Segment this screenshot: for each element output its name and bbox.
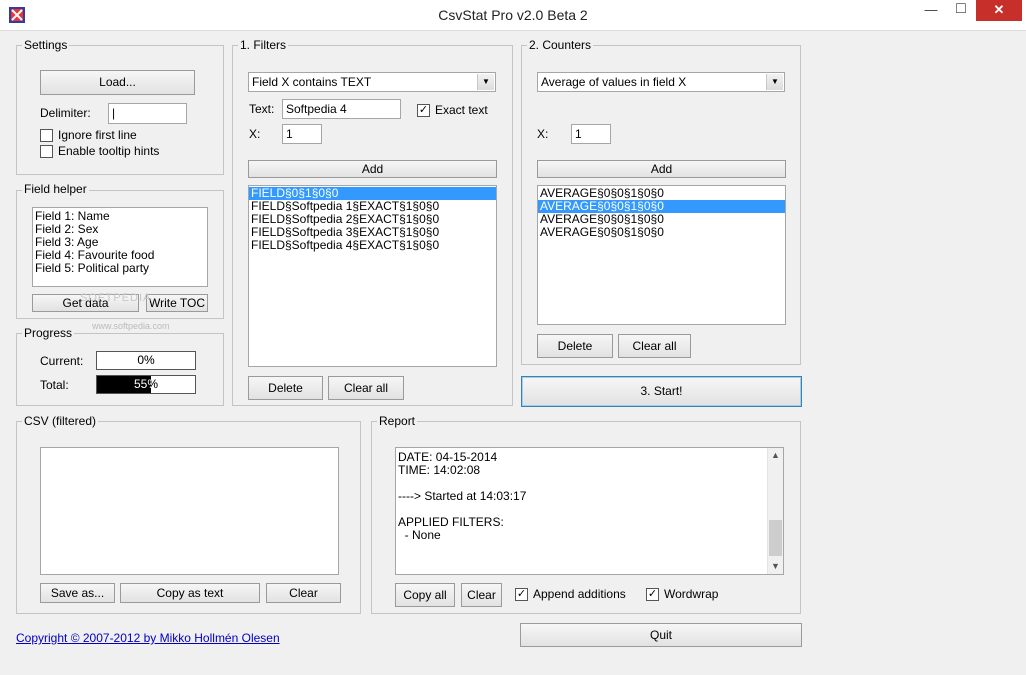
append-additions-checkbox[interactable]: ✓ (515, 588, 528, 601)
enable-tooltip-hints-checkbox[interactable] (40, 145, 53, 158)
report-content: DATE: 04-15-2014 TIME: 14:02:08 ----> St… (398, 450, 527, 542)
write-toc-button[interactable]: Write TOC (146, 294, 208, 312)
scroll-down-icon[interactable]: ▼ (768, 559, 783, 574)
ignore-first-line-checkbox[interactable] (40, 129, 53, 142)
counter-list[interactable]: AVERAGE§0§0§1§0§0 AVERAGE§0§0§1§0§0 AVER… (537, 185, 786, 325)
filter-mode-value: Field X contains TEXT (252, 75, 372, 89)
total-progress-text: 55% (133, 377, 159, 391)
save-as-button[interactable]: Save as... (40, 583, 115, 603)
settings-title: Settings (22, 38, 70, 52)
progress-title: Progress (22, 326, 75, 340)
delimiter-input[interactable]: | (108, 103, 187, 124)
filter-mode-select[interactable]: Field X contains TEXT ▼ (248, 72, 496, 92)
quit-button[interactable]: Quit (520, 623, 802, 647)
report-clear-button[interactable]: Clear (461, 583, 502, 607)
filter-clear-all-button[interactable]: Clear all (328, 376, 404, 400)
filter-text-input[interactable]: Softpedia 4 (282, 99, 401, 119)
csv-clear-button[interactable]: Clear (266, 583, 341, 603)
filters-title: 1. Filters (238, 38, 289, 52)
copyright-link[interactable]: Copyright © 2007-2012 by Mikko Hollmén O… (16, 631, 280, 645)
csv-textarea[interactable] (40, 447, 339, 575)
filter-list[interactable]: FIELD§0§1§0§0 FIELD§Softpedia 1§EXACT§1§… (248, 185, 497, 367)
exact-text-label: Exact text (435, 103, 488, 117)
delimiter-label: Delimiter: (40, 106, 91, 120)
list-item[interactable]: AVERAGE§0§0§1§0§0 (538, 226, 785, 239)
copy-as-text-button[interactable]: Copy as text (120, 583, 260, 603)
counter-delete-button[interactable]: Delete (537, 334, 613, 358)
current-progress-label: Current: (40, 354, 84, 368)
watermark-text: SOFTPEDIA (80, 292, 152, 304)
counter-clear-all-button[interactable]: Clear all (618, 334, 691, 358)
watermark-url: www.softpedia.com (92, 321, 170, 331)
field-helper-title: Field helper (22, 182, 89, 196)
counter-x-label: X: (537, 127, 549, 141)
csv-title: CSV (filtered) (22, 414, 99, 428)
wordwrap-label: Wordwrap (664, 587, 719, 601)
chevron-down-icon[interactable]: ▼ (477, 74, 494, 90)
counter-x-input[interactable]: 1 (571, 124, 611, 144)
counter-mode-select[interactable]: Average of values in field X ▼ (537, 72, 785, 92)
current-progress-bar: 0% (96, 351, 196, 370)
list-item[interactable]: FIELD§Softpedia 4§EXACT§1§0§0 (249, 239, 496, 252)
load-button[interactable]: Load... (40, 70, 195, 95)
total-progress-label: Total: (40, 378, 69, 392)
enable-tooltip-hints-label: Enable tooltip hints (58, 144, 160, 158)
counter-add-button[interactable]: Add (537, 160, 786, 178)
copy-all-button[interactable]: Copy all (395, 583, 455, 607)
list-item[interactable]: Field 5: Political party (33, 262, 207, 275)
append-additions-label: Append additions (533, 587, 626, 601)
report-title: Report (377, 414, 418, 428)
chevron-down-icon[interactable]: ▼ (766, 74, 783, 90)
report-textarea[interactable]: DATE: 04-15-2014 TIME: 14:02:08 ----> St… (395, 447, 784, 575)
report-scrollbar[interactable]: ▲ ▼ (767, 448, 783, 574)
field-helper-list[interactable]: Field 1: Name Field 2: Sex Field 3: Age … (32, 207, 208, 287)
counters-title: 2. Counters (527, 38, 594, 52)
current-progress-text: 0% (137, 353, 155, 367)
total-progress-bar: 55% (96, 375, 196, 394)
filter-delete-button[interactable]: Delete (248, 376, 323, 400)
minimize-icon[interactable]: — (916, 0, 946, 21)
start-button[interactable]: 3. Start! (521, 376, 802, 407)
maximize-icon[interactable]: □ (946, 0, 976, 21)
ignore-first-line-label: Ignore first line (58, 128, 137, 142)
wordwrap-checkbox[interactable]: ✓ (646, 588, 659, 601)
filter-x-input[interactable]: 1 (282, 124, 322, 144)
exact-text-checkbox[interactable]: ✓ (417, 104, 430, 117)
filter-text-label: Text: (249, 102, 275, 116)
scrollbar-thumb[interactable] (769, 520, 782, 556)
window-title: CsvStat Pro v2.0 Beta 2 (438, 7, 588, 23)
close-icon[interactable]: ✕ (976, 0, 1022, 21)
filter-add-button[interactable]: Add (248, 160, 497, 178)
counter-mode-value: Average of values in field X (541, 75, 687, 89)
scroll-up-icon[interactable]: ▲ (768, 448, 783, 463)
filter-x-label: X: (249, 127, 261, 141)
